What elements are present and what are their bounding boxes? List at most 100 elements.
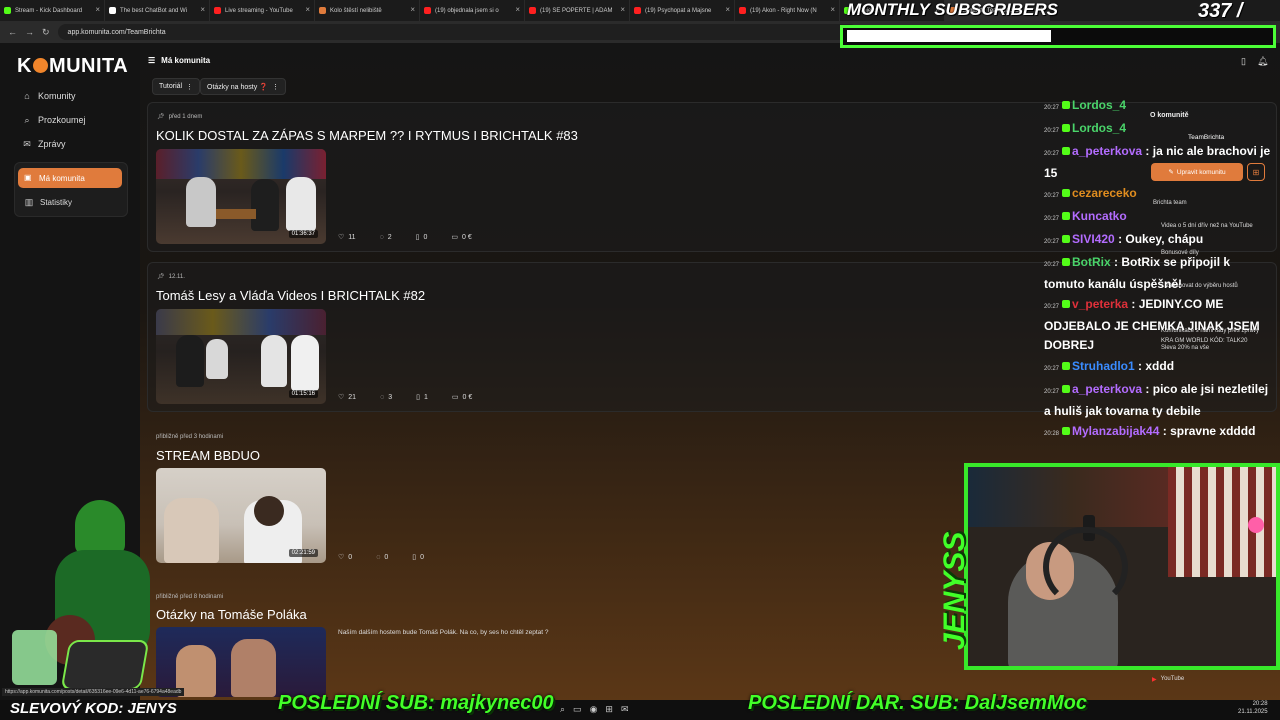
- close-icon[interactable]: ×: [410, 5, 415, 14]
- nav-item-komunity[interactable]: ⌂ Komunity: [22, 87, 75, 105]
- windows-icon[interactable]: ⊞: [605, 704, 613, 715]
- nav-item-statistiky[interactable]: ▥ Statistiky: [24, 193, 72, 211]
- kick-badge-icon: [1062, 235, 1071, 243]
- post-title[interactable]: KOLIK DOSTAL ZA ZÁPAS S MARPEM ?? I RYTM…: [156, 128, 578, 143]
- close-icon[interactable]: ×: [515, 5, 520, 14]
- logo-text-left: K: [17, 55, 32, 77]
- tip-amount: 0 €: [462, 233, 472, 241]
- back-icon[interactable]: ←: [8, 27, 17, 37]
- chat-username[interactable]: a_peterkova: [1072, 144, 1142, 158]
- close-icon[interactable]: ×: [200, 5, 205, 14]
- save-button[interactable]: ▯ 0: [416, 233, 428, 242]
- chat-username[interactable]: cezareceko: [1072, 186, 1137, 200]
- post-time: před 1 dnem: [168, 113, 203, 120]
- post-thumbnail[interactable]: 01:15:16: [156, 309, 326, 404]
- folder-icon[interactable]: ▭: [573, 704, 582, 715]
- page-title: Má komunita: [161, 56, 211, 65]
- url-input[interactable]: app.komunita.com/TeamBrichta: [57, 24, 858, 40]
- tip-button[interactable]: ▭ 0 €: [452, 393, 472, 402]
- browser-icon[interactable]: ◉: [590, 704, 598, 715]
- browser-tab[interactable]: (19) Akon - Right Now (N ×: [735, 0, 840, 21]
- save-button[interactable]: ▯ 1: [416, 393, 428, 402]
- post-title[interactable]: Tomáš Lesy a Vláďa Videos I BRICHTALK #8…: [156, 288, 425, 303]
- nav-item-ma-komunita[interactable]: ▣ Má komunita: [18, 168, 122, 188]
- nav-item-prozkoumej[interactable]: ⌕ Prozkoumej: [22, 111, 85, 129]
- like-count: 0: [348, 553, 353, 561]
- more-icon[interactable]: ⋮: [186, 83, 193, 91]
- youtube-icon: ▶: [1152, 677, 1157, 683]
- chat-username[interactable]: Struhadlo1: [1072, 359, 1135, 373]
- nav-label: Má komunita: [39, 173, 85, 183]
- post-title[interactable]: STREAM BBDUO: [156, 448, 260, 463]
- pin-icon: 📌︎: [157, 114, 165, 120]
- comment-count: 3: [388, 393, 393, 401]
- chat-username[interactable]: Lordos_4: [1072, 98, 1126, 112]
- youtube-link[interactable]: ▶ YouTube: [1152, 676, 1184, 683]
- chat-username[interactable]: BotRix: [1072, 255, 1111, 269]
- chat-username[interactable]: Mylanzabijak44: [1072, 424, 1159, 438]
- menu-icon[interactable]: ☰: [148, 56, 155, 65]
- chat-username[interactable]: v_peterka: [1072, 297, 1128, 311]
- chat-message: 20:27 a_peterkova : pico ale jsi nezletil…: [1044, 380, 1274, 421]
- reload-icon[interactable]: ↻: [42, 27, 50, 38]
- clock-time: 20:28: [1252, 701, 1268, 707]
- comment-button[interactable]: ◌ 0: [376, 554, 388, 561]
- tab-tutorial[interactable]: Tutoriál ⋮: [152, 78, 201, 95]
- post-description: Naším dalším hostem bude Tomáš Polák. Na…: [338, 629, 549, 636]
- browser-tabbar: Stream - Kick Dashboard × The best ChatBot…: [0, 0, 1280, 21]
- video-duration: 01:15:16: [288, 390, 318, 398]
- save-count: 0: [420, 553, 425, 561]
- browser-tab[interactable]: Kolo štěstí nelibiště ×: [315, 0, 420, 21]
- search-icon[interactable]: ⌕: [560, 704, 565, 715]
- bookmark-icon[interactable]: ▯: [1241, 56, 1246, 67]
- browser-tab[interactable]: Live streaming - YouTube ×: [210, 0, 315, 21]
- comment-button[interactable]: ◌ 2: [380, 234, 392, 241]
- chat-message: 20:27 a_peterkova : ja nic ale brachovi j…: [1044, 142, 1274, 183]
- breadcrumb: ☰ Má komunita: [148, 56, 210, 65]
- tab-label: (19) Psychopat a Majsne: [645, 7, 712, 14]
- chat-username[interactable]: Lordos_4: [1072, 121, 1126, 135]
- browser-tab[interactable]: The best ChatBot and Wi ×: [105, 0, 210, 21]
- browser-tab[interactable]: (19) SE POPERTE | ADAM ×: [525, 0, 630, 21]
- close-icon[interactable]: ×: [95, 5, 100, 14]
- save-button[interactable]: ▯ 0: [412, 553, 425, 562]
- browser-tab[interactable]: (19) Psychopat a Majsne ×: [630, 0, 735, 21]
- chat-text: : spravne xdddd: [1162, 424, 1256, 438]
- chat-timestamp: 20:27: [1044, 193, 1060, 199]
- post-title[interactable]: Otázky na Tomáše Poláka: [156, 607, 307, 622]
- close-icon[interactable]: ×: [305, 5, 310, 14]
- comment-button[interactable]: ◌ 3: [380, 394, 392, 401]
- like-count: 11: [348, 233, 356, 241]
- like-button[interactable]: ♡ 21: [338, 393, 356, 402]
- close-icon[interactable]: ×: [830, 5, 835, 14]
- like-button[interactable]: ♡ 11: [338, 233, 356, 242]
- kick-badge-icon: [1062, 101, 1071, 109]
- comment-icon: ◌: [379, 233, 384, 241]
- post-thumbnail[interactable]: 01:36:37: [156, 149, 326, 244]
- chat-message: 20:27 Struhadlo1 : xddd: [1044, 357, 1274, 379]
- chat-username[interactable]: SIVI420: [1072, 232, 1115, 246]
- tip-button[interactable]: ▭ 0 €: [451, 233, 472, 242]
- browser-tab[interactable]: Stream - Kick Dashboard ×: [0, 0, 105, 21]
- chat-username[interactable]: Kuncatko: [1072, 209, 1127, 223]
- bell-icon[interactable]: 🔔︎: [1257, 56, 1268, 67]
- close-icon[interactable]: ×: [620, 5, 625, 14]
- post-thumbnail[interactable]: [156, 627, 326, 697]
- post-time: přibližně před 8 hodinami: [156, 594, 224, 600]
- forward-icon[interactable]: →: [25, 27, 34, 37]
- komunita-logo[interactable]: K MUNITA: [17, 55, 128, 78]
- chat-username[interactable]: a_peterkova: [1072, 382, 1142, 396]
- nav-item-zpravy[interactable]: ✉ Zprávy: [22, 135, 65, 153]
- chat-message: 20:27 BotRix : BotRix se připojil k tomut…: [1044, 253, 1274, 294]
- taskbar: ⌕ ▭ ◉ ⊞ ✉: [0, 700, 1280, 720]
- like-button[interactable]: ♡ 0: [338, 553, 353, 562]
- post-thumbnail[interactable]: 02:21:59: [156, 468, 326, 563]
- tab-label: Live streaming - YouTube: [225, 7, 293, 14]
- mail-icon[interactable]: ✉: [621, 704, 629, 715]
- more-icon[interactable]: ⋮: [272, 83, 279, 91]
- browser-tab[interactable]: (19) objednala jsem si o ×: [420, 0, 525, 21]
- kick-badge-icon: [1062, 362, 1071, 370]
- close-icon[interactable]: ×: [725, 5, 730, 14]
- chat-timestamp: 20:27: [1044, 239, 1060, 245]
- tab-otazky[interactable]: Otázky na hosty ❓ ⋮: [200, 78, 286, 95]
